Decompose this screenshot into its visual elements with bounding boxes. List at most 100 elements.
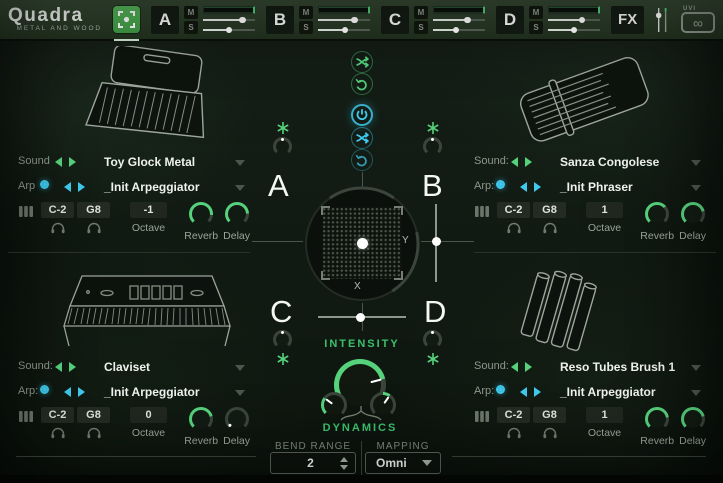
part-d-blend-knob[interactable]: [423, 330, 442, 349]
channel-d-pan-slider[interactable]: [548, 27, 600, 34]
part-c-random-icon[interactable]: [276, 352, 290, 366]
sound-next-button[interactable]: [525, 157, 532, 167]
quad-view-button[interactable]: [113, 6, 140, 33]
key-range-low[interactable]: C-2: [41, 202, 74, 218]
delay-knob[interactable]: [681, 407, 705, 431]
octave-value[interactable]: 1: [586, 202, 623, 218]
key-range-high[interactable]: G8: [77, 407, 110, 423]
channel-a-button[interactable]: A: [151, 6, 179, 34]
fx-button[interactable]: FX: [611, 6, 644, 34]
channel-a-mute-button[interactable]: M: [184, 6, 198, 19]
bend-range-increase-icon[interactable]: [340, 457, 348, 462]
octave-value[interactable]: -1: [130, 202, 167, 218]
sound-dropdown-caret[interactable]: [235, 160, 245, 166]
headphone-icon[interactable]: [50, 427, 66, 439]
arp-enable-radio[interactable]: [496, 180, 505, 189]
channel-c-volume-slider[interactable]: [433, 17, 485, 24]
octave-value[interactable]: 0: [130, 407, 167, 423]
arp-power-icon[interactable]: [351, 104, 373, 126]
arp-prev-button[interactable]: [520, 387, 527, 397]
channel-a-volume-slider[interactable]: [203, 17, 255, 24]
sound-name[interactable]: Toy Glock Metal: [104, 155, 234, 169]
arp-next-button[interactable]: [78, 387, 85, 397]
key-range-high[interactable]: G8: [533, 407, 566, 423]
delay-knob[interactable]: [681, 202, 705, 226]
sound-next-button[interactable]: [69, 157, 76, 167]
x-slider-handle[interactable]: [356, 313, 365, 322]
channel-b-solo-button[interactable]: S: [299, 21, 313, 34]
channel-d-volume-slider[interactable]: [548, 17, 600, 24]
xy-pad-cursor[interactable]: [357, 238, 368, 249]
part-a-blend-knob[interactable]: [273, 137, 292, 156]
randomize-arps-icon[interactable]: [351, 127, 373, 149]
y-slider[interactable]: [430, 204, 442, 282]
arp-enable-radio[interactable]: [40, 180, 49, 189]
sound-name[interactable]: Reso Tubes Brush 1: [560, 360, 690, 374]
delay-knob[interactable]: [225, 202, 249, 226]
sound-prev-button[interactable]: [55, 362, 62, 372]
arp-prev-button[interactable]: [64, 387, 71, 397]
bend-range-stepper[interactable]: 2: [270, 452, 356, 474]
headphone-icon[interactable]: [506, 222, 522, 234]
reverb-knob[interactable]: [189, 202, 213, 226]
headphone-icon[interactable]: [86, 427, 102, 439]
dynamics-high-knob[interactable]: [370, 392, 396, 418]
dynamics-low-knob[interactable]: [321, 392, 347, 418]
channel-c-mute-button[interactable]: M: [414, 6, 428, 19]
octave-value[interactable]: 1: [586, 407, 623, 423]
undo-arps-icon[interactable]: [351, 149, 373, 171]
sound-prev-button[interactable]: [55, 157, 62, 167]
sound-name[interactable]: Sanza Congolese: [560, 155, 690, 169]
sound-next-button[interactable]: [69, 362, 76, 372]
key-range-low[interactable]: C-2: [41, 407, 74, 423]
arp-dropdown-caret[interactable]: [691, 390, 701, 396]
sound-dropdown-caret[interactable]: [235, 365, 245, 371]
headphone-icon[interactable]: [542, 427, 558, 439]
part-b-blend-knob[interactable]: [423, 137, 442, 156]
part-c-blend-knob[interactable]: [273, 330, 292, 349]
arp-dropdown-caret[interactable]: [235, 390, 245, 396]
reverb-knob[interactable]: [645, 407, 669, 431]
arp-prev-button[interactable]: [520, 182, 527, 192]
channel-d-solo-button[interactable]: S: [529, 21, 543, 34]
channel-b-mute-button[interactable]: M: [299, 6, 313, 19]
mapping-dropdown[interactable]: Omni: [365, 452, 441, 474]
key-range-low[interactable]: C-2: [497, 202, 530, 218]
arp-enable-radio[interactable]: [40, 385, 49, 394]
reverb-knob[interactable]: [645, 202, 669, 226]
arp-name[interactable]: _Init Arpeggiator: [560, 385, 690, 399]
arp-name[interactable]: _Init Arpeggiator: [104, 385, 234, 399]
arp-dropdown-caret[interactable]: [235, 185, 245, 191]
channel-c-pan-slider[interactable]: [433, 27, 485, 34]
arp-next-button[interactable]: [534, 182, 541, 192]
headphone-icon[interactable]: [506, 427, 522, 439]
key-range-high[interactable]: G8: [77, 202, 110, 218]
part-b-random-icon[interactable]: [426, 121, 440, 135]
sound-dropdown-caret[interactable]: [691, 160, 701, 166]
channel-b-volume-slider[interactable]: [318, 17, 370, 24]
x-slider[interactable]: [318, 311, 406, 323]
arp-enable-radio[interactable]: [496, 385, 505, 394]
xy-pad[interactable]: [322, 207, 402, 279]
channel-d-button[interactable]: D: [496, 6, 524, 34]
headphone-icon[interactable]: [50, 222, 66, 234]
bend-range-decrease-icon[interactable]: [340, 465, 348, 470]
sound-prev-button[interactable]: [511, 362, 518, 372]
delay-knob[interactable]: [225, 407, 249, 431]
key-range-high[interactable]: G8: [533, 202, 566, 218]
channel-c-solo-button[interactable]: S: [414, 21, 428, 34]
channel-a-solo-button[interactable]: S: [184, 21, 198, 34]
channel-a-pan-slider[interactable]: [203, 27, 255, 34]
headphone-icon[interactable]: [542, 222, 558, 234]
part-d-random-icon[interactable]: [426, 352, 440, 366]
arp-name[interactable]: _Init Arpeggiator: [104, 180, 234, 194]
sound-name[interactable]: Claviset: [104, 360, 234, 374]
arp-dropdown-caret[interactable]: [691, 185, 701, 191]
arp-next-button[interactable]: [78, 182, 85, 192]
arp-next-button[interactable]: [534, 387, 541, 397]
arp-prev-button[interactable]: [64, 182, 71, 192]
sound-dropdown-caret[interactable]: [691, 365, 701, 371]
arp-name[interactable]: _Init Phraser: [560, 180, 690, 194]
channel-d-mute-button[interactable]: M: [529, 6, 543, 19]
headphone-icon[interactable]: [86, 222, 102, 234]
